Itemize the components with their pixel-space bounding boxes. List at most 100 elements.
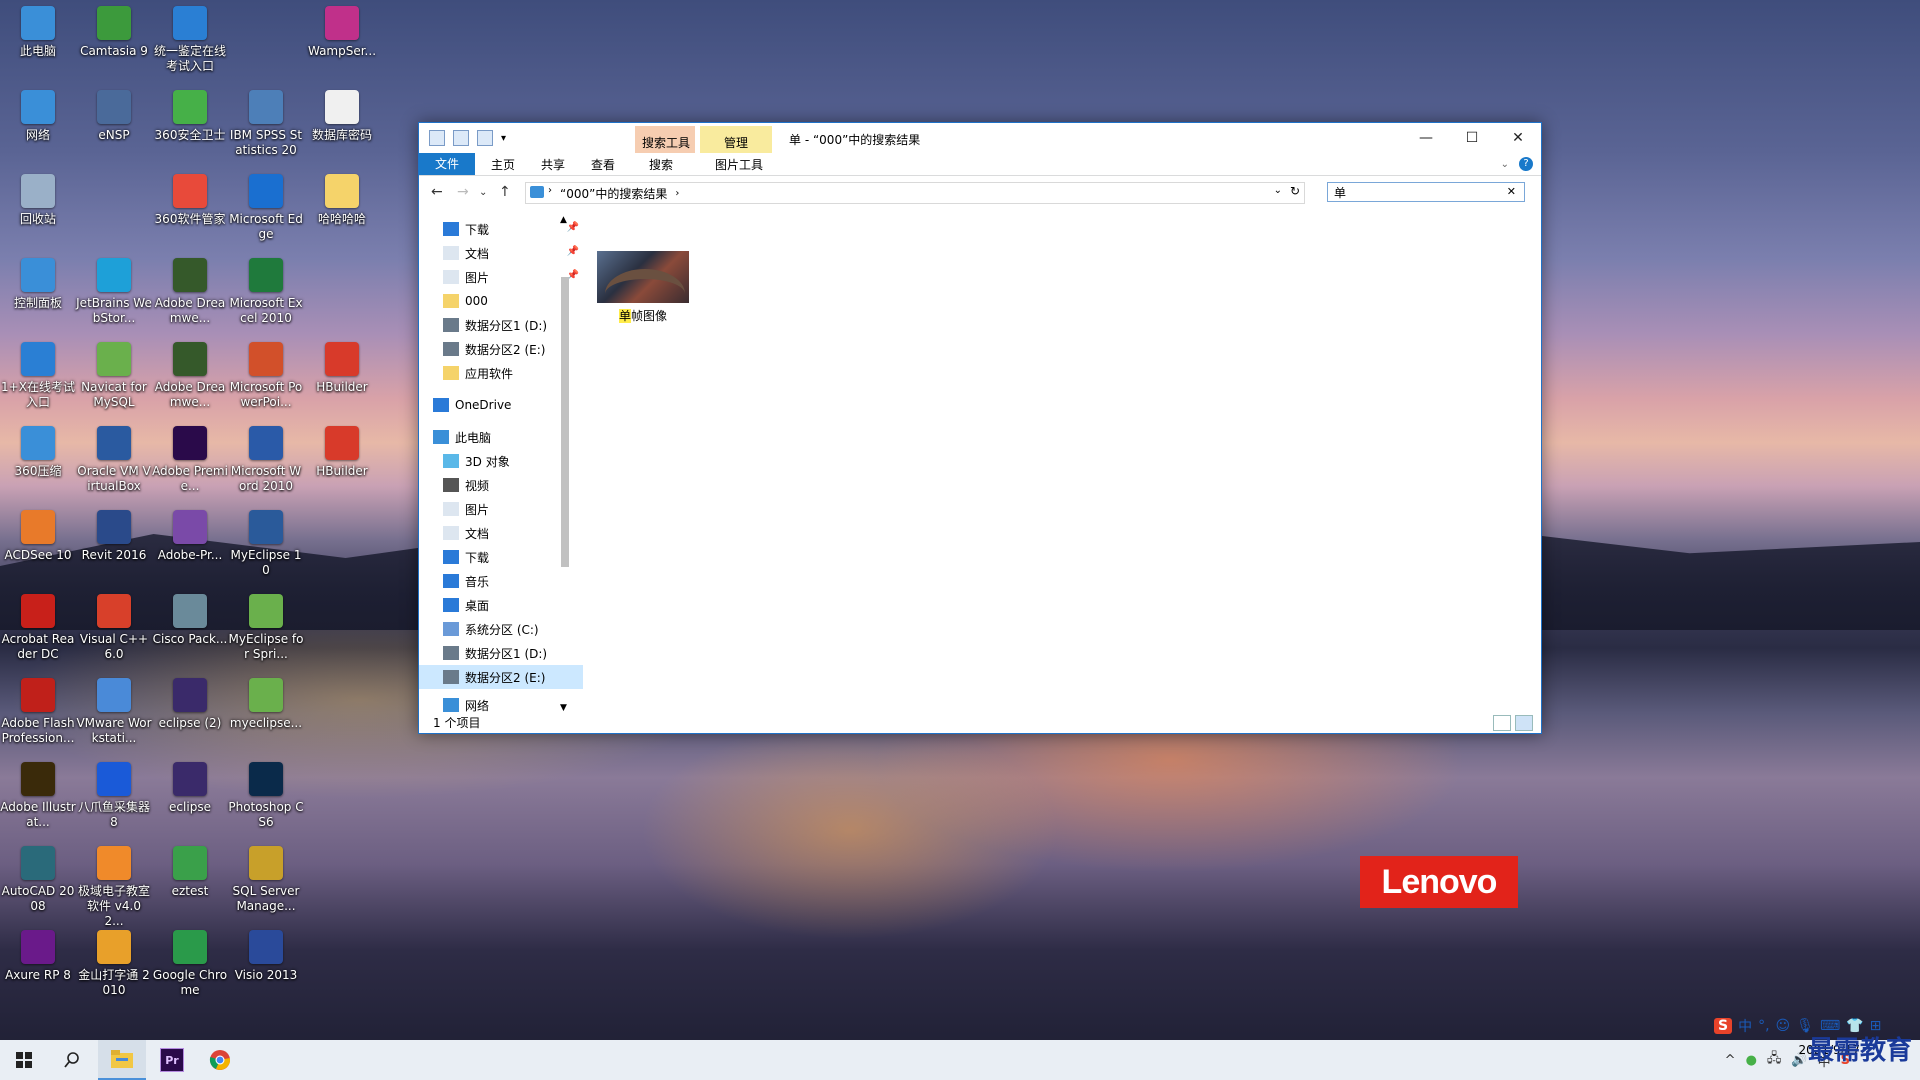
desktop-shortcut[interactable]: 极域电子教室软件 v4.0 2... xyxy=(76,840,152,929)
desktop-shortcut[interactable]: Microsoft PowerPoi... xyxy=(228,336,304,410)
tab-share[interactable]: 共享 xyxy=(535,155,571,175)
desktop-shortcut[interactable]: 数据库密码 xyxy=(304,84,380,143)
desktop-shortcut[interactable]: Navicat for MySQL xyxy=(76,336,152,410)
desktop-shortcut[interactable]: Adobe-Pr... xyxy=(152,504,228,563)
large-icons-view-icon[interactable] xyxy=(1515,715,1533,731)
desktop-shortcut[interactable]: 八爪鱼采集器 8 xyxy=(76,756,152,830)
help-icon[interactable]: ? xyxy=(1519,157,1533,171)
desktop-shortcut[interactable]: Microsoft Word 2010 xyxy=(228,420,304,494)
clear-search-icon[interactable]: ✕ xyxy=(1507,185,1516,198)
desktop-shortcut[interactable]: MyEclipse 10 xyxy=(228,504,304,578)
image-thumbnail[interactable] xyxy=(597,251,689,303)
desktop-shortcut[interactable]: 360软件管家 xyxy=(152,168,228,227)
desktop-shortcut[interactable]: IBM SPSS Statistics 20 xyxy=(228,84,304,158)
desktop-shortcut[interactable]: Camtasia 9 xyxy=(76,0,152,59)
close-button[interactable]: ✕ xyxy=(1495,123,1541,153)
file-explorer-icon[interactable] xyxy=(98,1040,146,1080)
desktop-shortcut[interactable]: HBuilder xyxy=(304,336,380,395)
ime-mode-label[interactable]: 中 xyxy=(1738,1016,1752,1036)
nav-item[interactable]: 此电脑 xyxy=(419,425,573,449)
desktop-shortcut[interactable]: Revit 2016 xyxy=(76,504,152,563)
navigation-scrollbar[interactable]: ▲ ▼ xyxy=(558,215,572,713)
desktop-shortcut[interactable]: 此电脑 xyxy=(0,0,76,59)
address-box[interactable]: › “000”中的搜索结果 › ⌄ ↻ xyxy=(525,182,1305,204)
desktop-shortcut[interactable]: MyEclipse for Spri... xyxy=(228,588,304,662)
desktop-shortcut[interactable]: VMware Workstati... xyxy=(76,672,152,746)
refresh-icon[interactable]: ↻ xyxy=(1290,184,1300,198)
desktop-shortcut[interactable]: 控制面板 xyxy=(0,252,76,311)
breadcrumb-path[interactable]: “000”中的搜索结果 xyxy=(560,185,667,202)
tab-file[interactable]: 文件 xyxy=(419,153,475,175)
desktop-shortcut[interactable]: Oracle VM VirtualBox xyxy=(76,420,152,494)
desktop-shortcut[interactable]: eclipse xyxy=(152,756,228,815)
premiere-icon[interactable]: Pr xyxy=(148,1040,196,1080)
back-arrow-icon[interactable]: ← xyxy=(431,184,443,200)
desktop-shortcut[interactable]: Google Chrome xyxy=(152,924,228,998)
desktop-shortcut[interactable]: Microsoft Edge xyxy=(228,168,304,242)
desktop-shortcut[interactable]: Photoshop CS6 xyxy=(228,756,304,830)
chrome-icon[interactable] xyxy=(196,1040,244,1080)
emoji-icon[interactable]: ☺ xyxy=(1776,1018,1791,1034)
360-tray-icon[interactable]: ● xyxy=(1746,1053,1757,1068)
network-tray-icon[interactable]: 🖧 xyxy=(1767,1049,1782,1071)
desktop-shortcut[interactable]: Visio 2013 xyxy=(228,924,304,983)
customize-qat-chevron-icon[interactable]: ▾ xyxy=(501,133,506,144)
forward-arrow-icon[interactable]: → xyxy=(457,184,469,200)
properties-icon[interactable] xyxy=(453,130,469,146)
desktop-shortcut[interactable]: Microsoft Excel 2010 xyxy=(228,252,304,326)
desktop-shortcut[interactable]: 网络 xyxy=(0,84,76,143)
maximize-button[interactable]: ☐ xyxy=(1449,123,1495,153)
desktop-shortcut[interactable]: ACDSee 10 xyxy=(0,504,76,563)
breadcrumb-separator-icon[interactable]: › xyxy=(548,185,552,196)
scroll-down-icon[interactable]: ▼ xyxy=(560,703,567,713)
details-view-icon[interactable] xyxy=(1493,715,1511,731)
desktop-shortcut[interactable]: myeclipse... xyxy=(228,672,304,731)
desktop-shortcut[interactable]: SQL Server Manage... xyxy=(228,840,304,914)
desktop-shortcut[interactable]: Adobe Premie... xyxy=(152,420,228,494)
recent-locations-chevron-icon[interactable]: ⌄ xyxy=(479,187,487,198)
desktop-shortcut[interactable]: Adobe Flash Profession... xyxy=(0,672,76,746)
desktop-shortcut[interactable]: 360安全卫士 xyxy=(152,84,228,143)
expand-ribbon-chevron-icon[interactable]: ⌄ xyxy=(1501,159,1509,170)
desktop-shortcut[interactable]: Acrobat Reader DC xyxy=(0,588,76,662)
new-folder-icon[interactable] xyxy=(477,130,493,146)
desktop-shortcut[interactable]: Cisco Pack... xyxy=(152,588,228,647)
desktop-shortcut[interactable]: Adobe Dreamwe... xyxy=(152,336,228,410)
desktop-shortcut[interactable]: 1+X在线考试入口 xyxy=(0,336,76,410)
desktop-shortcut[interactable]: eztest xyxy=(152,840,228,899)
tab-search[interactable]: 搜索 xyxy=(641,155,681,175)
desktop-shortcut[interactable]: 哈哈哈哈 xyxy=(304,168,380,227)
minimize-button[interactable]: — xyxy=(1403,123,1449,153)
sogou-ime-icon[interactable]: S xyxy=(1714,1018,1733,1034)
file-name[interactable]: 单帧图像 xyxy=(593,307,693,324)
tab-picture-tools[interactable]: 图片工具 xyxy=(709,155,769,175)
desktop-shortcut[interactable]: HBuilder xyxy=(304,420,380,479)
file-item[interactable]: 单帧图像 xyxy=(593,251,693,324)
desktop-shortcut[interactable]: Axure RP 8 xyxy=(0,924,76,983)
search-icon[interactable] xyxy=(48,1040,96,1080)
desktop-shortcut[interactable]: WampSer... xyxy=(304,0,380,59)
up-arrow-icon[interactable]: ↑ xyxy=(499,184,511,200)
desktop-shortcut[interactable]: 统一鉴定在线考试入口 xyxy=(152,0,228,74)
desktop-shortcut[interactable]: eNSP xyxy=(76,84,152,143)
desktop-shortcut[interactable]: AutoCAD 2008 xyxy=(0,840,76,914)
nav-item[interactable]: OneDrive xyxy=(419,393,573,417)
address-dropdown-chevron-icon[interactable]: ⌄ xyxy=(1274,185,1282,196)
tab-view[interactable]: 查看 xyxy=(585,155,621,175)
file-list-area[interactable]: 单帧图像 xyxy=(579,213,1541,713)
desktop-shortcut[interactable]: Adobe Dreamwe... xyxy=(152,252,228,326)
search-input[interactable]: 单 ✕ xyxy=(1327,182,1525,202)
desktop-shortcut[interactable]: eclipse (2) xyxy=(152,672,228,731)
search-query-text[interactable]: 单 xyxy=(1334,184,1346,201)
desktop-shortcut[interactable]: Visual C++ 6.0 xyxy=(76,588,152,662)
show-hidden-icons-chevron-icon[interactable]: ^ xyxy=(1725,1053,1736,1068)
desktop-shortcut[interactable]: 金山打字通 2010 xyxy=(76,924,152,998)
title-bar[interactable]: ▾ 搜索工具 管理 单 - “000”中的搜索结果 — ☐ ✕ xyxy=(419,123,1541,153)
punctuation-icon[interactable]: °, xyxy=(1758,1018,1769,1034)
desktop-shortcut[interactable]: Adobe Illustrat... xyxy=(0,756,76,830)
scrollbar-thumb[interactable] xyxy=(561,277,569,567)
desktop-shortcut[interactable]: 360压缩 xyxy=(0,420,76,479)
desktop-shortcut[interactable]: 回收站 xyxy=(0,168,76,227)
breadcrumb-separator-icon[interactable]: › xyxy=(675,188,679,199)
scroll-up-icon[interactable]: ▲ xyxy=(560,215,567,225)
